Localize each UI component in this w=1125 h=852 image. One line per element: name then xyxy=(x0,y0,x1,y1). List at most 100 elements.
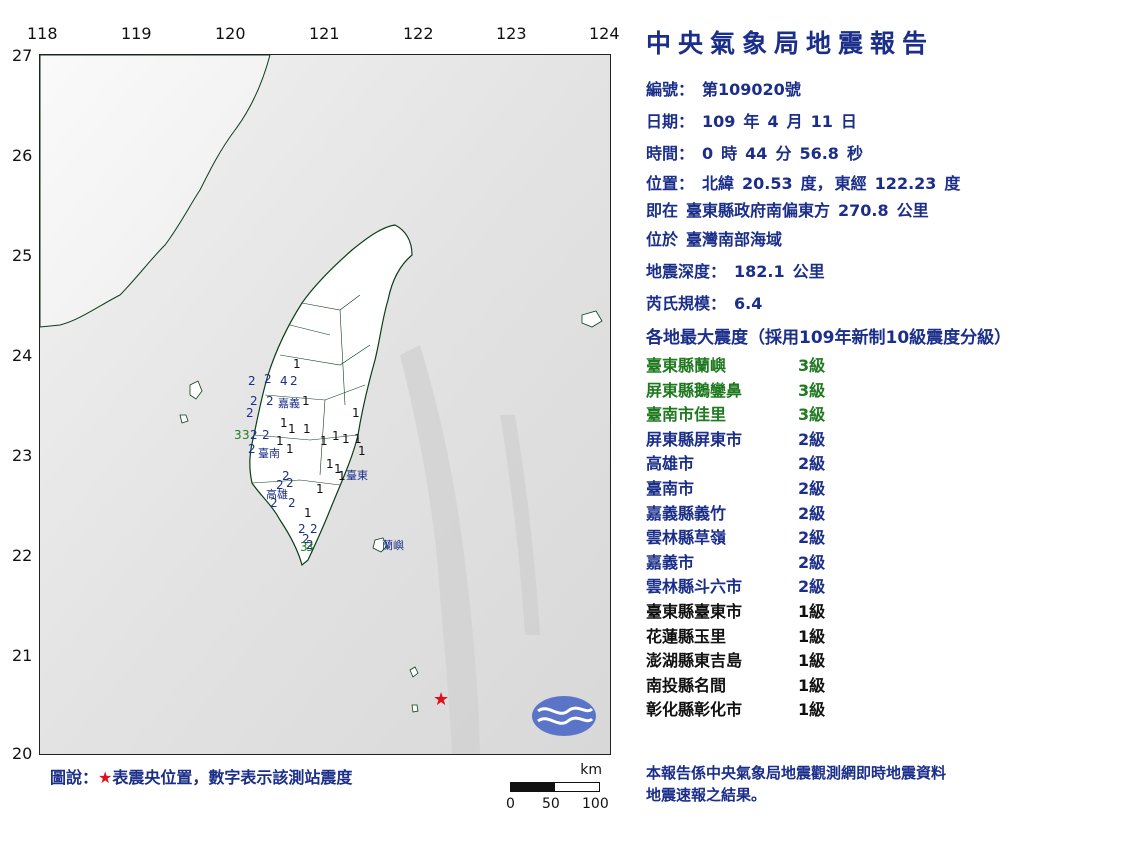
legend-star-icon: ★ xyxy=(98,768,113,787)
relative-distance: 270.8 xyxy=(838,201,889,220)
station-mark: 1 xyxy=(326,457,334,471)
station-row: 雲林縣斗六市 2級 xyxy=(646,575,1116,600)
station-level: 2級 xyxy=(798,528,826,548)
report-panel: 中央氣象局地震報告 編號： 第109020號 日期： 109 年 4 月 11 日 時間： 0 時… xyxy=(646,24,1116,723)
station-name: 彰化縣彰化市 xyxy=(646,700,743,720)
station-mark: 1 xyxy=(352,406,360,420)
station-mark: 1 xyxy=(320,434,328,448)
station-row: 臺東縣蘭嶼 3級 xyxy=(646,354,1116,379)
station-mark: 2 xyxy=(262,428,270,442)
lon-label: 東經 xyxy=(834,174,867,193)
depth-unit: 公里 xyxy=(792,262,825,281)
date-year-unit: 年 xyxy=(743,112,760,131)
station-row: 南投縣名間 1級 xyxy=(646,674,1116,699)
station-row: 彰化縣彰化市 1級 xyxy=(646,698,1116,723)
scale-tick-100: 100 xyxy=(582,796,609,812)
report-title: 中央氣象局地震報告 xyxy=(646,29,935,58)
cwb-logo-icon xyxy=(532,696,596,736)
intensity-heading: 各地最大震度（採用109年新制10級震度分級） xyxy=(646,328,1012,348)
station-mark: 1 xyxy=(342,432,350,446)
scale-tick-0: 0 xyxy=(506,796,515,812)
station-name: 高雄市 xyxy=(646,454,695,474)
station-mark: 3 xyxy=(306,540,314,554)
station-name: 澎湖縣東吉島 xyxy=(646,651,743,671)
report-time: 時間： 0 時 44 分 56.8 秒 xyxy=(646,138,1116,170)
report-magnitude: 芮氏規模： 6.4 xyxy=(646,288,1116,320)
scale-unit: km xyxy=(580,762,602,778)
label-taitung: 臺東 xyxy=(346,468,368,482)
lon-label-120: 120 xyxy=(215,24,246,43)
station-level: 2級 xyxy=(798,577,826,597)
lat-label-21: 21 xyxy=(12,646,33,665)
lon-value: 122.23 xyxy=(874,174,937,193)
label-lanyu: 蘭嶼 xyxy=(382,538,404,552)
date-day: 11 xyxy=(810,112,833,131)
station-name: 臺東縣臺東市 xyxy=(646,601,743,621)
lon-label-122: 122 xyxy=(403,24,434,43)
station-mark: 1 xyxy=(276,434,284,448)
number-label: 編號： xyxy=(646,80,695,99)
lat-label-22: 22 xyxy=(12,546,33,565)
station-mark: 1 xyxy=(302,394,310,408)
station-mark: 3 xyxy=(234,428,242,442)
depth-label: 地震深度： xyxy=(646,262,727,281)
station-mark: 3 xyxy=(242,428,250,442)
scale-tick-50: 50 xyxy=(542,796,560,812)
station-row: 臺南市 2級 xyxy=(646,477,1116,502)
station-mark: 1 xyxy=(316,482,324,496)
station-mark: 1 xyxy=(288,422,296,436)
station-level: 1級 xyxy=(798,651,826,671)
time-minute-unit: 分 xyxy=(775,144,792,163)
report-location: 位置： 北緯 20.53 度， 東經 122.23 度 xyxy=(646,170,1116,197)
magnitude-label: 芮氏規模： xyxy=(646,294,727,313)
lat-label-24: 24 xyxy=(12,346,33,365)
station-mark: 2 xyxy=(286,476,294,490)
lon-label-118: 118 xyxy=(27,24,58,43)
station-mark: 2 xyxy=(310,522,318,536)
report-number: 編號： 第109020號 xyxy=(646,74,1116,106)
legend-text: 表震央位置，數字表示該測站震度 xyxy=(112,768,353,787)
time-hour: 0 xyxy=(702,144,714,163)
station-level: 2級 xyxy=(798,478,826,498)
time-second-unit: 秒 xyxy=(846,144,863,163)
report-region: 位於 臺灣南部海域 xyxy=(646,224,1116,256)
station-mark: 2 xyxy=(270,496,278,510)
station-mark: 2 xyxy=(276,478,284,492)
time-second: 56.8 xyxy=(799,144,839,163)
station-mark: 1 xyxy=(304,506,312,520)
epicenter-map: 嘉義 臺南 高雄 臺東 蘭嶼 12 2 4 22 2 121 1 1 13 3 2 2 1 1 1 12 11 1… xyxy=(40,55,610,754)
footer-line-2: 地震速報之結果。 xyxy=(646,786,767,804)
lon-label-119: 119 xyxy=(121,24,152,43)
station-mark: 2 xyxy=(290,374,298,388)
label-chiayi: 嘉義 xyxy=(278,396,300,410)
depth-value: 182.1 xyxy=(734,262,785,281)
region-text: 臺灣南部海域 xyxy=(686,230,783,249)
lat-label-27: 27 xyxy=(12,46,33,65)
lon-unit: 度 xyxy=(944,174,961,193)
lat-unit: 度， xyxy=(800,174,833,193)
station-level: 2級 xyxy=(798,552,826,572)
station-level: 2級 xyxy=(798,503,826,523)
map-frame: 嘉義 臺南 高雄 臺東 蘭嶼 1224222121111332211112111… xyxy=(39,54,611,755)
station-row: 屏東縣屏東市 2級 xyxy=(646,428,1116,453)
date-month: 4 xyxy=(767,112,779,131)
legend-prefix: 圖說： xyxy=(50,768,99,787)
relative-unit: 公里 xyxy=(896,201,929,220)
lat-label-26: 26 xyxy=(12,146,33,165)
station-level: 1級 xyxy=(798,626,826,646)
date-day-unit: 日 xyxy=(840,112,857,131)
station-name: 臺東縣蘭嶼 xyxy=(646,356,727,375)
time-minute: 44 xyxy=(745,144,768,163)
station-name: 屏東縣鵝鑾鼻 xyxy=(646,380,743,400)
lat-label-20: 20 xyxy=(12,744,33,763)
station-name: 嘉義市 xyxy=(646,552,695,572)
report-footer: 本報告係中央氣象局地震觀測網即時地震資料 地震速報之結果。 xyxy=(646,762,946,806)
date-year: 109 xyxy=(702,112,736,131)
epicenter-star[interactable]: ★ xyxy=(433,689,449,710)
station-name: 花蓮縣玉里 xyxy=(646,626,727,646)
station-mark: 2 xyxy=(288,496,296,510)
station-name: 屏東縣屏東市 xyxy=(646,429,743,449)
lon-label-124: 124 xyxy=(589,24,620,43)
lat-value: 20.53 xyxy=(742,174,793,193)
time-label: 時間： xyxy=(646,144,695,163)
